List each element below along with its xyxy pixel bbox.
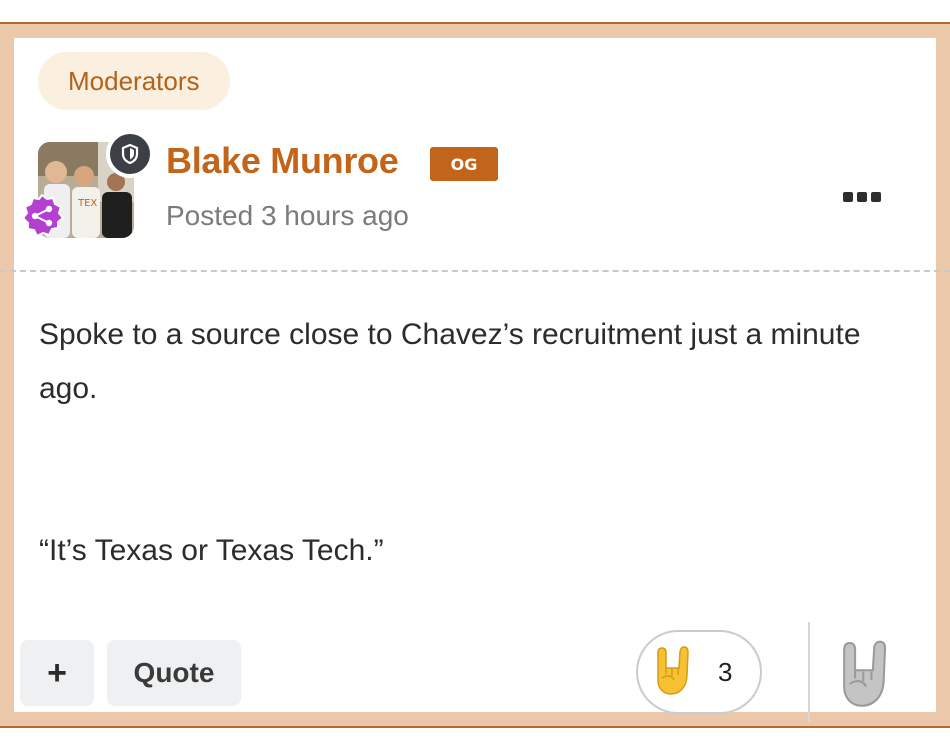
og-badge-label: OG <box>450 154 478 174</box>
moderators-badge[interactable]: Moderators <box>38 52 230 110</box>
post-body-quote: “It’s Texas or Texas Tech.” <box>39 534 384 567</box>
reaction-separator <box>808 622 810 722</box>
plus-label: + <box>47 653 67 692</box>
header-divider <box>0 270 950 272</box>
horns-hand-gray-icon <box>843 640 887 707</box>
ellipsis-icon <box>843 192 853 202</box>
horns-hand-icon <box>652 644 696 701</box>
shield-icon <box>121 144 139 164</box>
reaction-pill[interactable]: 3 <box>636 630 762 714</box>
page: Moderators TEX Blake Munroe OG Posted 3 … <box>0 0 950 750</box>
role-badge <box>18 192 66 240</box>
reaction-count: 3 <box>718 656 733 687</box>
svg-text:TEX: TEX <box>77 198 97 209</box>
author-name[interactable]: Blake Munroe <box>166 140 399 182</box>
post-body: Spoke to a source close to Chavez’s recr… <box>39 308 909 578</box>
quote-button[interactable]: Quote <box>107 640 241 706</box>
more-options-button[interactable] <box>834 182 890 212</box>
add-reaction-button[interactable] <box>836 636 896 710</box>
share-network-icon <box>21 193 65 238</box>
add-button[interactable]: + <box>20 640 94 706</box>
posted-time: Posted 3 hours ago <box>166 200 409 231</box>
post-card: Moderators TEX Blake Munroe OG Posted 3 … <box>0 38 950 722</box>
moderator-shield-badge <box>106 130 154 178</box>
post-body-paragraph: Spoke to a source close to Chavez’s recr… <box>39 318 861 405</box>
quote-label: Quote <box>133 657 215 688</box>
og-rank-badge: OG <box>430 147 498 181</box>
